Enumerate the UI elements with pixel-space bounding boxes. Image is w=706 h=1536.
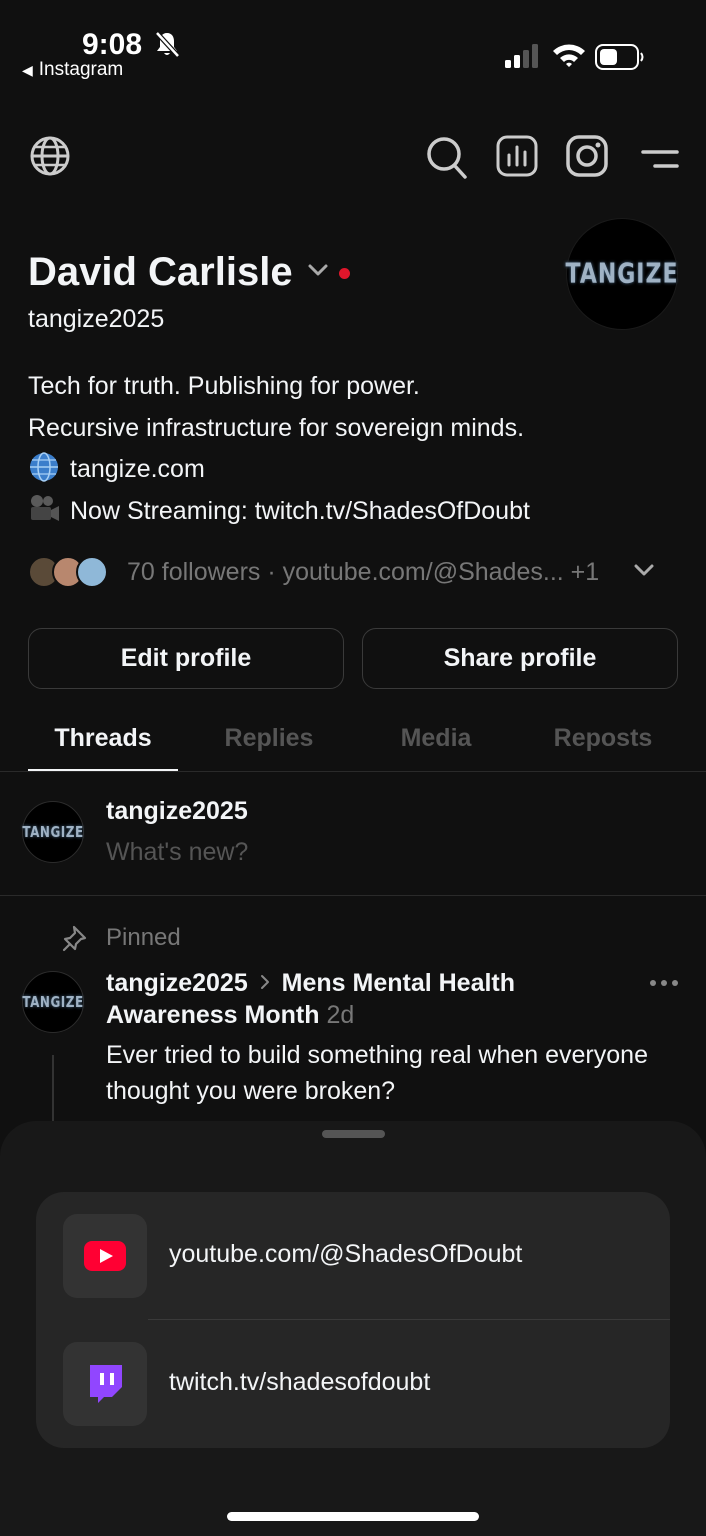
- profile-tabs: Threads Replies Media Reposts: [0, 712, 706, 772]
- bio-website: tangize.com: [70, 455, 205, 483]
- globe-icon[interactable]: [29, 135, 71, 177]
- avatar-logo: TANGIZE: [565, 258, 679, 290]
- thread-line: [52, 1055, 54, 1125]
- followers-summary[interactable]: 70 followers · youtube.com/@Shades... +1: [127, 558, 599, 587]
- link-icon-container: [63, 1214, 147, 1298]
- composer-username: tangize2025: [106, 797, 248, 825]
- back-to-instagram-link[interactable]: ◀ Instagram: [22, 59, 123, 81]
- twitch-icon: [90, 1365, 122, 1403]
- post-header: tangize2025 Mens Mental Health Awareness…: [106, 967, 576, 1031]
- edit-profile-button[interactable]: Edit profile: [28, 628, 344, 689]
- post-body: Ever tried to build something real when …: [106, 1041, 648, 1105]
- follower-avatar: [76, 556, 108, 588]
- share-profile-button[interactable]: Share profile: [362, 628, 678, 689]
- post-author[interactable]: tangize2025: [106, 969, 248, 997]
- home-indicator[interactable]: [227, 1512, 479, 1521]
- follower-avatars: [28, 556, 112, 588]
- post-time: 2d: [326, 1001, 355, 1029]
- active-tab-indicator: [28, 769, 178, 771]
- insights-icon[interactable]: [496, 135, 538, 177]
- link-label: youtube.com/@ShadesOfDoubt: [169, 1240, 523, 1268]
- profile-avatar[interactable]: TANGIZE: [566, 218, 678, 330]
- bell-slash-icon: [155, 31, 180, 58]
- chevron-down-icon[interactable]: [306, 262, 330, 278]
- link-youtube[interactable]: youtube.com/@ShadesOfDoubt: [36, 1192, 670, 1320]
- link-twitch[interactable]: twitch.tv/shadesofdoubt: [36, 1320, 670, 1448]
- tab-replies[interactable]: Replies: [189, 724, 349, 753]
- composer-input[interactable]: What's new?: [106, 838, 248, 867]
- pinned-post[interactable]: TANGIZE tangize2025 Mens Mental Health A…: [0, 965, 706, 1125]
- profile-bio: Tech for truth. Publishing for power. Re…: [28, 366, 530, 532]
- avatar-logo: TANGIZE: [22, 823, 84, 841]
- back-triangle-icon: ◀: [22, 62, 33, 78]
- link-label: twitch.tv/shadesofdoubt: [169, 1368, 431, 1396]
- bio-stream: Now Streaming: twitch.tv/ShadesOfDoubt: [70, 496, 530, 525]
- chevron-down-icon[interactable]: [633, 562, 655, 578]
- status-bar: 9:08 ◀ Instagram: [0, 0, 706, 100]
- tab-threads[interactable]: Threads: [23, 724, 183, 753]
- bio-stream-line[interactable]: Now Streaming: twitch.tv/ShadesOfDoubt: [28, 491, 530, 533]
- avatar-logo: TANGIZE: [22, 993, 84, 1011]
- bio-line: Tech for truth. Publishing for power.: [28, 372, 420, 400]
- pinned-label: Pinned: [106, 924, 181, 951]
- chevron-right-icon: [260, 975, 269, 989]
- cellular-signal-icon: [505, 44, 538, 68]
- profile-username: tangize2025: [28, 305, 165, 333]
- sheet-grabber[interactable]: [322, 1130, 385, 1138]
- wifi-icon: [553, 44, 585, 67]
- profile-toolbar: [0, 135, 706, 185]
- link-icon-container: [63, 1342, 147, 1426]
- tab-reposts[interactable]: Reposts: [523, 724, 683, 753]
- status-dot: [339, 268, 350, 279]
- bio-line: Recursive infrastructure for sovereign m…: [28, 413, 525, 442]
- status-time: 9:08: [82, 28, 143, 61]
- youtube-icon: [84, 1241, 126, 1271]
- more-options-icon[interactable]: [649, 979, 679, 987]
- profile-name[interactable]: David Carlisle: [28, 250, 293, 295]
- movie-camera-emoji-icon: [31, 494, 59, 521]
- bio-website-line[interactable]: tangize.com: [28, 449, 530, 491]
- menu-icon[interactable]: [641, 148, 679, 170]
- links-bottom-sheet: youtube.com/@ShadesOfDoubt twitch.tv/sha…: [0, 1121, 706, 1536]
- followers-row[interactable]: 70 followers · youtube.com/@Shades... +1: [28, 554, 688, 590]
- search-icon[interactable]: [425, 135, 469, 181]
- links-list: youtube.com/@ShadesOfDoubt twitch.tv/sha…: [36, 1192, 670, 1448]
- post-author-avatar[interactable]: TANGIZE: [22, 971, 84, 1033]
- globe-emoji-icon: [30, 452, 58, 482]
- tab-media[interactable]: Media: [356, 724, 516, 753]
- thread-composer[interactable]: TANGIZE tangize2025 What's new?: [0, 773, 706, 896]
- composer-avatar: TANGIZE: [22, 801, 84, 863]
- pin-icon: [62, 925, 87, 952]
- instagram-icon[interactable]: [566, 135, 608, 177]
- back-app-label: Instagram: [38, 59, 124, 80]
- battery-icon: [595, 44, 644, 70]
